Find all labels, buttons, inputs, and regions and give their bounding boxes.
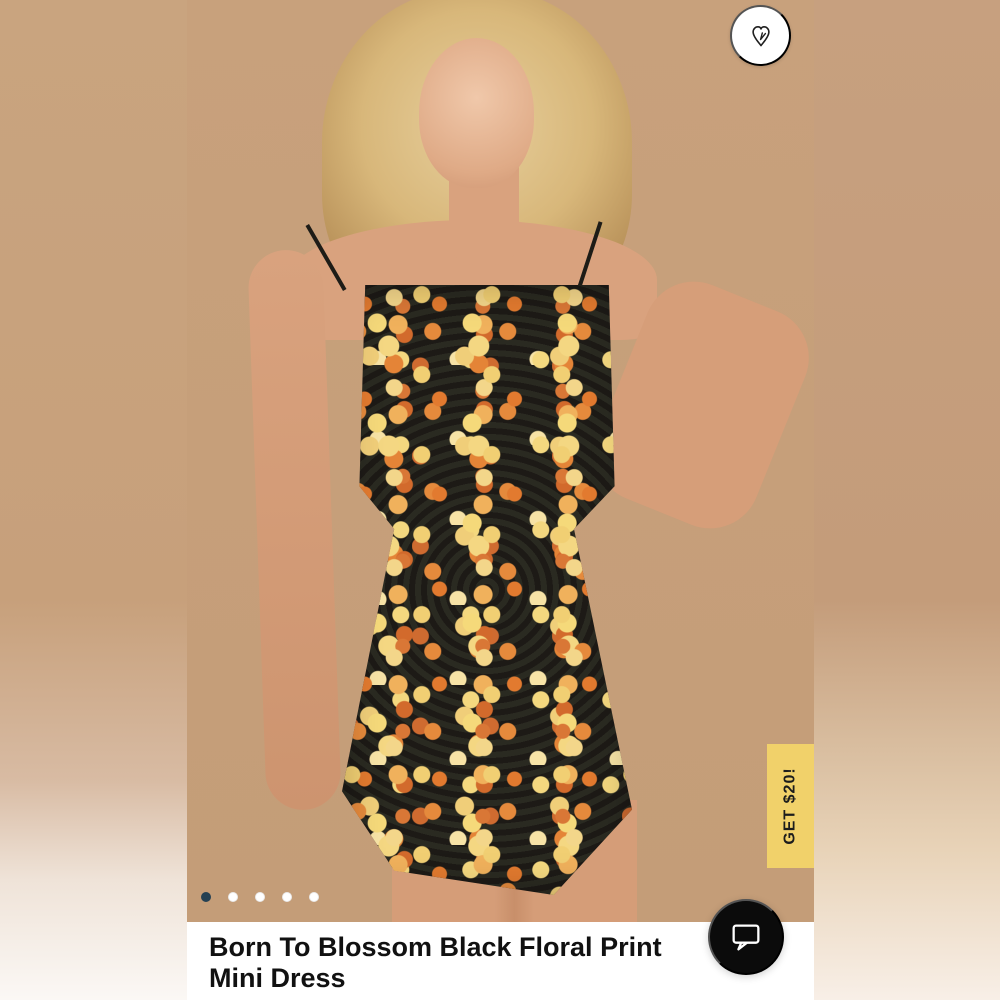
promo-tab[interactable]: GET $20! (767, 744, 814, 868)
carousel-dot-5[interactable] (309, 892, 319, 902)
product-image-carousel[interactable]: GET $20! (187, 0, 814, 922)
promo-label: GET $20! (781, 767, 799, 845)
right-background-panel (814, 0, 1000, 1000)
floral-mini-dress (342, 285, 632, 895)
chat-bubble-icon (732, 924, 760, 951)
carousel-dots (201, 892, 319, 902)
carousel-dot-1[interactable] (201, 892, 211, 902)
product-card: GET $20! Born To Blossom Black Floral Pr… (187, 0, 814, 1000)
carousel-dot-4[interactable] (282, 892, 292, 902)
product-title: Born To Blossom Black Floral Print Mini … (209, 932, 662, 993)
carousel-dot-3[interactable] (255, 892, 265, 902)
favorite-button[interactable] (730, 5, 791, 66)
left-background-panel (0, 0, 187, 1000)
chat-button[interactable] (708, 899, 784, 975)
carousel-dot-2[interactable] (228, 892, 238, 902)
heart-icon (751, 25, 770, 46)
model-face (419, 38, 534, 188)
